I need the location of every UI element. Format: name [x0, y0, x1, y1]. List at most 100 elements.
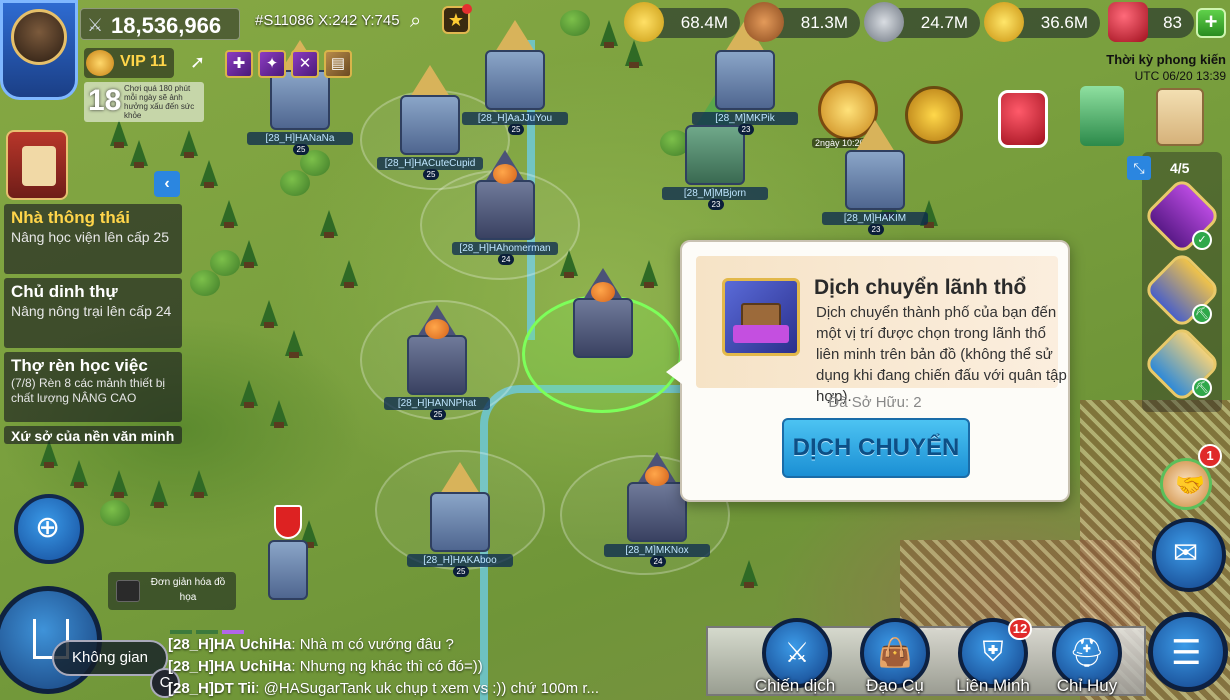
tree	[180, 130, 198, 158]
active-buffs: ✚ ✦ ✕ ▤	[225, 50, 352, 78]
teleport-button[interactable]: DỊCH CHUYỂN	[782, 418, 970, 478]
chat-message: [28_H]DT Tii: @HASugarTank uk chụp t xem…	[168, 678, 758, 700]
mail-button[interactable]: ✉	[1152, 518, 1226, 592]
resource-gold[interactable]: 36.6M	[984, 2, 1100, 42]
chat-preview[interactable]: [28_H]HA UchiHa: Nhà m có vướng đâu ? [2…	[168, 630, 758, 700]
quest-item[interactable]: Nhà thông thái Nâng học viện lên cấp 25	[4, 204, 182, 274]
commander-count: 4/5	[1170, 160, 1190, 176]
watchtower[interactable]	[258, 520, 318, 600]
shield-icon: ⛨	[982, 636, 1004, 667]
chat-message: [28_H]HA UchiHa: Nhà m có vướng đâu ?	[168, 634, 758, 656]
player-power[interactable]: ⚔ 18,536,966	[80, 8, 240, 40]
chat-user: Tii	[238, 680, 256, 697]
magnifier-icon: ⊕	[35, 511, 61, 544]
territory-teleport-item-icon	[722, 278, 800, 356]
player-avatar[interactable]	[0, 0, 78, 100]
city[interactable]: [28_H]HAKAboo 25	[407, 462, 513, 577]
quest-title: Thợ rèn học việc	[11, 356, 148, 375]
simplify-graphics-toggle[interactable]: Đơn giản hóa đồ họa	[108, 572, 236, 610]
tree	[130, 140, 148, 168]
resource-value: 68.4M	[680, 13, 728, 32]
bag-icon: 👜	[877, 637, 913, 668]
resource-wood[interactable]: 81.3M	[744, 2, 860, 42]
selected-city[interactable]	[558, 268, 648, 378]
envelope-icon: ✉	[1173, 537, 1199, 570]
menu-list-icon: ☰	[1171, 634, 1202, 672]
quest-item[interactable]: Thợ rèn học việc (7/8) Rèn 8 các mảnh th…	[4, 352, 182, 422]
zoom-search-button[interactable]: ⊕	[14, 494, 84, 564]
tree	[200, 160, 218, 188]
city[interactable]: [28_H]HAhomerman 24	[452, 150, 558, 265]
commander-label: Chỉ Huy	[1056, 676, 1118, 695]
quest-desc: Nâng nông trại lên cấp 24	[11, 303, 172, 319]
bush	[560, 10, 590, 36]
resource-gems[interactable]: 83	[1108, 2, 1194, 42]
quest-title: Nhà thông thái	[11, 208, 130, 227]
city[interactable]: [28_H]HANNPhat 25	[384, 305, 490, 420]
popup-title: Dịch chuyển lãnh thổ	[814, 276, 1027, 299]
tree	[110, 470, 128, 498]
scroll-icon	[22, 146, 56, 186]
resource-value: 36.6M	[1040, 13, 1088, 32]
resource-value: 24.7M	[920, 13, 968, 32]
owned-count: Đã Sở Hữu: 2	[828, 394, 922, 411]
chat-text: : Nhà m có vướng đâu ?	[291, 636, 454, 653]
gem-building[interactable]	[998, 90, 1048, 148]
peace-shield-buff-icon[interactable]: ✚	[225, 50, 253, 78]
search-icon[interactable]: ⌕	[410, 10, 421, 33]
tree	[240, 240, 258, 268]
bookmark-star-button[interactable]: ★	[442, 4, 472, 34]
bush	[100, 500, 130, 526]
gather-status-icon: ⛏	[1192, 378, 1212, 398]
add-gems-button[interactable]: +	[1196, 8, 1226, 38]
popup-pointer	[666, 360, 682, 384]
city[interactable]: [28_M]HAKIM 23	[822, 120, 928, 235]
vip-upgrade-arrow-icon[interactable]: ➚	[190, 52, 205, 73]
wonder-building[interactable]	[1080, 86, 1124, 146]
main-menu-button[interactable]: ☰	[1148, 612, 1228, 692]
quest-item[interactable]: Xứ sở của nền văn minh	[4, 426, 182, 444]
quest-title: Xứ sở của nền văn minh	[11, 428, 175, 444]
quest-item[interactable]: Chủ dinh thự Nâng nông trại lên cấp 24	[4, 278, 182, 348]
resource-value: 81.3M	[800, 13, 848, 32]
city[interactable]: [28_H]AaJJuYou 25	[462, 20, 568, 135]
log-icon	[744, 2, 784, 42]
vip-badge[interactable]: VIP 11	[84, 48, 174, 78]
chat-text: : Nhưng ng khác thì có đó=))	[291, 658, 483, 675]
event-scroll-icon[interactable]	[1156, 88, 1204, 146]
bush	[280, 170, 310, 196]
simplify-graphics-label: Đơn giản hóa đồ họa	[150, 577, 226, 603]
vip-crown-icon	[86, 50, 114, 76]
map-coordinates[interactable]: #S11086 X:242 Y:745	[255, 12, 400, 29]
tree	[270, 400, 288, 428]
alliance-tag: [28_H]HA	[168, 658, 236, 675]
collapse-quests-button[interactable]: ‹	[154, 171, 180, 197]
checkbox[interactable]	[116, 580, 140, 602]
chat-message: [28_H]HA UchiHa: Nhưng ng khác thì có đó…	[168, 656, 758, 678]
corn-icon	[624, 2, 664, 42]
attack-buff-icon[interactable]: ✕	[291, 50, 319, 78]
tree	[150, 480, 168, 508]
tree	[190, 470, 208, 498]
army-formation[interactable]	[900, 540, 1140, 630]
tree	[240, 380, 258, 408]
gathering-buff-icon[interactable]: ✦	[258, 50, 286, 78]
chat-user: UchiHa	[239, 636, 292, 653]
items-label: Đạo Cụ	[866, 676, 924, 695]
quest-scroll-button[interactable]	[6, 130, 68, 200]
quest-desc: (7/8) Rèn 8 các mảnh thiết bị chất lượng…	[11, 376, 166, 405]
power-value: 18,536,966	[111, 13, 222, 38]
resource-food[interactable]: 68.4M	[624, 2, 740, 42]
helmet-icon: ⛑	[1069, 637, 1105, 668]
resource-stone[interactable]: 24.7M	[864, 2, 980, 42]
chat-user: UchiHa	[239, 658, 292, 675]
scroll-buff-icon[interactable]: ▤	[324, 50, 352, 78]
notification-dot	[462, 4, 472, 14]
expand-commanders-icon[interactable]: ⤡	[1127, 156, 1151, 180]
sword-icon: ⚔	[87, 15, 104, 35]
help-count-badge: 1	[1198, 444, 1222, 468]
gold-coin-icon	[984, 2, 1024, 42]
age-rating-warning: 18 Chơi quá 180 phút mỗi ngày sẽ ảnh hưở…	[84, 82, 204, 122]
era-label: Thời kỳ phong kiến	[1106, 52, 1226, 67]
space-toggle-button[interactable]: Không gian	[52, 640, 168, 676]
